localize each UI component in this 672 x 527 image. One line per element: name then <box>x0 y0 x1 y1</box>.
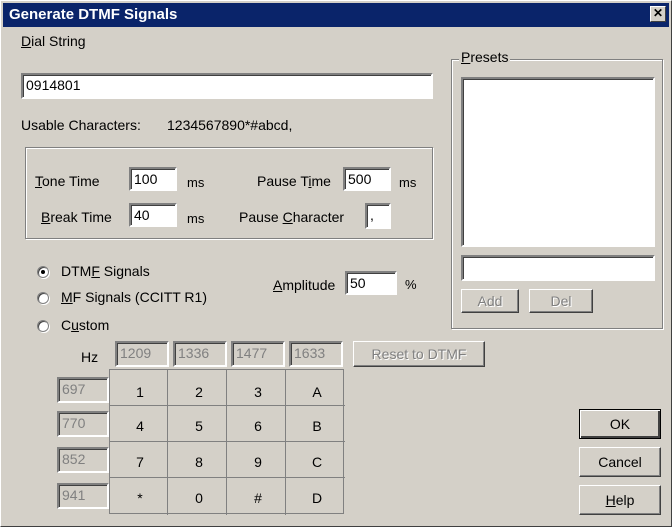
tone-time-input[interactable]: 100 <box>129 167 177 191</box>
pause-time-unit: ms <box>399 175 417 190</box>
row-freq-697[interactable]: 697 <box>57 377 109 403</box>
hz-label: Hz <box>81 349 99 365</box>
key-4[interactable]: 4 <box>111 411 169 441</box>
add-preset-button[interactable]: Add <box>461 289 519 313</box>
key-hash[interactable]: # <box>229 483 287 513</box>
col-freq-1633[interactable]: 1633 <box>289 341 343 367</box>
col-freq-1477[interactable]: 1477 <box>231 341 285 367</box>
window-title: Generate DTMF Signals <box>9 6 178 23</box>
pause-time-label: Pause Time <box>257 173 331 189</box>
key-6[interactable]: 6 <box>229 411 287 441</box>
key-7[interactable]: 7 <box>111 447 169 477</box>
presets-list[interactable] <box>461 77 655 247</box>
dtmf-signals-label[interactable]: DTMF Signals <box>61 263 150 279</box>
key-1[interactable]: 1 <box>111 377 169 407</box>
amplitude-unit: % <box>405 277 417 292</box>
mf-signals-label[interactable]: MF Signals (CCITT R1) <box>61 289 207 305</box>
preset-name-input[interactable] <box>461 255 655 281</box>
reset-to-dtmf-button[interactable]: Reset to DTMF <box>353 341 485 367</box>
pause-time-input[interactable]: 500 <box>343 167 391 191</box>
break-time-unit: ms <box>187 211 205 226</box>
key-3[interactable]: 3 <box>229 377 287 407</box>
usable-characters-label: Usable Characters: <box>21 117 141 133</box>
key-5[interactable]: 5 <box>170 411 228 441</box>
tone-time-label: Tone Time <box>35 173 100 189</box>
key-c[interactable]: C <box>288 447 346 477</box>
amplitude-label: Amplitude <box>273 277 336 293</box>
close-icon[interactable]: ✕ <box>650 6 666 22</box>
col-freq-1336[interactable]: 1336 <box>173 341 227 367</box>
break-time-input[interactable]: 40 <box>129 203 177 227</box>
col-freq-1209[interactable]: 1209 <box>115 341 169 367</box>
dial-string-input[interactable]: 0914801 <box>21 73 433 99</box>
break-time-label: Break Time <box>41 209 112 225</box>
mf-signals-radio[interactable] <box>37 292 49 304</box>
presets-label: Presets <box>459 49 511 65</box>
dtmf-signals-radio[interactable] <box>37 266 49 278</box>
key-a[interactable]: A <box>288 377 346 407</box>
title-bar[interactable]: Generate DTMF Signals ✕ <box>3 3 669 27</box>
key-2[interactable]: 2 <box>170 377 228 407</box>
ok-button[interactable]: OK <box>579 409 661 439</box>
row-freq-941[interactable]: 941 <box>57 483 109 509</box>
key-0[interactable]: 0 <box>170 483 228 513</box>
key-b[interactable]: B <box>288 411 346 441</box>
custom-label[interactable]: Custom <box>61 317 109 333</box>
key-9[interactable]: 9 <box>229 447 287 477</box>
key-star[interactable]: * <box>111 483 169 513</box>
row-freq-852[interactable]: 852 <box>57 447 109 473</box>
pause-character-input[interactable]: , <box>365 203 391 229</box>
del-preset-button[interactable]: Del <box>529 289 593 313</box>
row-freq-770[interactable]: 770 <box>57 411 109 437</box>
help-button[interactable]: Help <box>579 485 661 515</box>
usable-characters-value: 1234567890*#abcd, <box>167 117 293 133</box>
radio-selected-dot <box>41 270 45 274</box>
dtmf-dialog: Generate DTMF Signals ✕ Dial String 0914… <box>0 0 672 527</box>
key-8[interactable]: 8 <box>170 447 228 477</box>
dial-string-label: Dial String <box>21 33 86 49</box>
tone-time-unit: ms <box>187 175 205 190</box>
custom-radio[interactable] <box>37 320 49 332</box>
cancel-button[interactable]: Cancel <box>579 447 661 477</box>
pause-character-label: Pause Character <box>239 209 345 225</box>
amplitude-input[interactable]: 50 <box>345 271 397 295</box>
key-d[interactable]: D <box>288 483 346 513</box>
